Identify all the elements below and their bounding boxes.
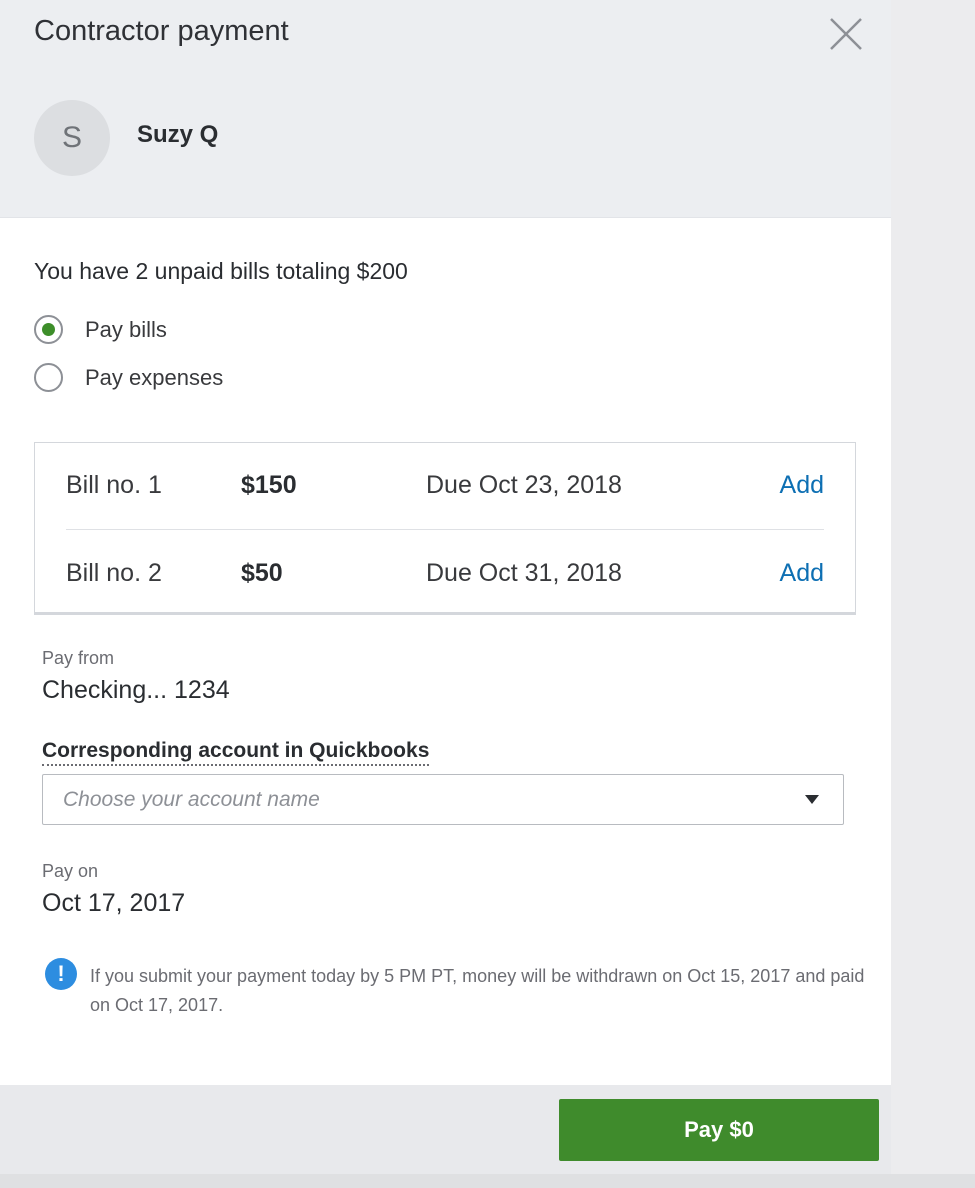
- pay-on-value: Oct 17, 2017: [42, 889, 186, 917]
- dropdown-arrow-icon: [805, 795, 819, 804]
- pay-bills-radio[interactable]: [34, 315, 63, 344]
- payment-info-text: If you submit your payment today by 5 PM…: [90, 966, 865, 1015]
- contractor-name: Suzy Q: [137, 121, 219, 148]
- contractor-payment-panel: Contractor payment S Suzy Q You have 2 u…: [0, 0, 891, 1174]
- account-name-placeholder: Choose your account name: [63, 788, 320, 811]
- close-icon: [830, 18, 862, 50]
- pay-expenses-radio[interactable]: [34, 363, 63, 392]
- bill-name: Bill no. 2: [66, 559, 162, 587]
- pay-bills-option[interactable]: Pay bills: [34, 315, 167, 344]
- pay-from-label: Pay from: [42, 648, 115, 668]
- bottom-bar: [0, 1174, 975, 1188]
- pay-expenses-label: Pay expenses: [85, 364, 224, 390]
- bill-amount: $50: [241, 559, 283, 587]
- pay-button[interactable]: Pay $0: [559, 1099, 879, 1161]
- pay-bills-label: Pay bills: [85, 316, 167, 342]
- bill-row: Bill no. 2 $50 Due Oct 31, 2018 Add: [66, 531, 824, 617]
- corresponding-account-label[interactable]: Corresponding account in Quickbooks: [42, 739, 430, 766]
- bill-due-date: Due Oct 31, 2018: [426, 559, 622, 587]
- add-bill-link[interactable]: Add: [780, 559, 824, 588]
- page-title: Contractor payment: [34, 15, 289, 47]
- avatar: S: [34, 100, 110, 176]
- bill-name: Bill no. 1: [66, 471, 162, 499]
- close-button[interactable]: [826, 14, 866, 54]
- account-name-select[interactable]: Choose your account name: [42, 774, 844, 825]
- bill-row: Bill no. 1 $150 Due Oct 23, 2018 Add: [66, 443, 824, 530]
- bills-list: Bill no. 1 $150 Due Oct 23, 2018 Add Bil…: [34, 442, 856, 615]
- pay-on-label: Pay on: [42, 861, 99, 881]
- exclamation-info-icon: !: [45, 958, 77, 990]
- panel-footer: Pay $0: [0, 1085, 891, 1174]
- unpaid-bills-summary: You have 2 unpaid bills totaling $200: [34, 258, 408, 284]
- pay-expenses-option[interactable]: Pay expenses: [34, 363, 223, 392]
- bill-due-date: Due Oct 23, 2018: [426, 471, 622, 499]
- pay-from-value: Checking... 1234: [42, 676, 230, 704]
- panel-header: Contractor payment S Suzy Q: [0, 0, 891, 218]
- add-bill-link[interactable]: Add: [780, 471, 824, 500]
- bill-amount: $150: [241, 471, 297, 499]
